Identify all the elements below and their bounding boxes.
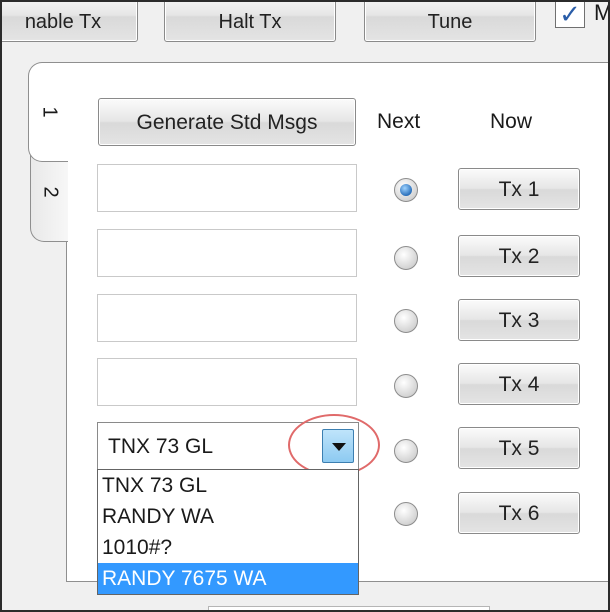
- tx4-message-field[interactable]: [97, 358, 357, 406]
- tx4-button[interactable]: Tx 4: [458, 363, 580, 405]
- tx5-button[interactable]: Tx 5: [458, 427, 580, 469]
- tx5-dropdown-list: TNX 73 GL RANDY WA 1010#? RANDY 7675 WA: [97, 469, 359, 595]
- generate-std-msgs-button[interactable]: Generate Std Msgs: [98, 98, 356, 146]
- tx2-next-radio[interactable]: [394, 246, 418, 270]
- tab-1-label: 1: [38, 106, 60, 118]
- tx6-button[interactable]: Tx 6: [458, 492, 580, 534]
- enable-tx-button[interactable]: nable Tx: [2, 2, 138, 42]
- tx3-next-radio[interactable]: [394, 309, 418, 333]
- tx2-message-field[interactable]: [97, 229, 357, 277]
- tx1-next-radio[interactable]: [394, 178, 418, 202]
- halt-tx-button[interactable]: Halt Tx: [164, 2, 336, 42]
- tx5-message-combobox[interactable]: TNX 73 GL: [97, 422, 359, 470]
- next-column-header: Next: [377, 110, 421, 133]
- tx3-button[interactable]: Tx 3: [458, 299, 580, 341]
- dropdown-option[interactable]: RANDY WA: [98, 501, 358, 532]
- tune-button[interactable]: Tune: [364, 2, 536, 42]
- now-column-header: Now: [490, 110, 533, 133]
- tx6-next-radio[interactable]: [394, 502, 418, 526]
- bottom-input-field[interactable]: [208, 606, 490, 610]
- tx5-next-radio[interactable]: [394, 439, 418, 463]
- dropdown-option[interactable]: 1010#?: [98, 532, 358, 563]
- toolbar-checkbox-label: M: [594, 2, 608, 26]
- toolbar-checkbox[interactable]: ✓: [555, 2, 585, 29]
- chevron-down-icon[interactable]: [322, 429, 354, 463]
- tx5-combobox-value: TNX 73 GL: [108, 435, 214, 458]
- dropdown-option[interactable]: TNX 73 GL: [98, 470, 358, 501]
- tx1-message-field[interactable]: [97, 164, 357, 212]
- tx1-button[interactable]: Tx 1: [458, 168, 580, 210]
- wsjt-window: nable Tx Halt Tx Tune ✓ M 1 2 Generate S…: [0, 0, 610, 612]
- tx2-button[interactable]: Tx 2: [458, 235, 580, 277]
- tab-1[interactable]: 1: [28, 62, 68, 162]
- tx3-message-field[interactable]: [97, 294, 357, 342]
- dropdown-option-highlighted[interactable]: RANDY 7675 WA: [98, 563, 358, 594]
- tab-2-label: 2: [39, 186, 61, 198]
- tx4-next-radio[interactable]: [394, 374, 418, 398]
